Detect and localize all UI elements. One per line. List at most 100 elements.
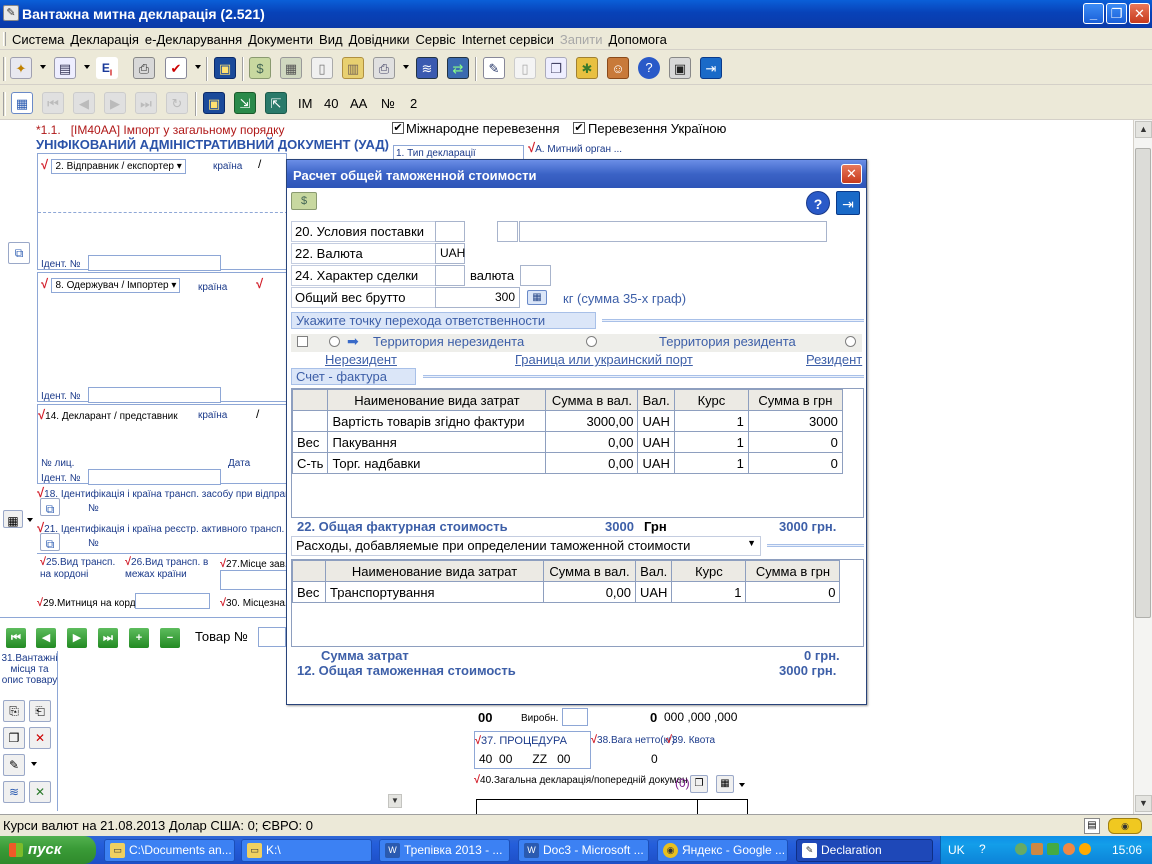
- edit-dropdown-arrow[interactable]: [31, 762, 37, 766]
- database-sync-icon[interactable]: ⇄: [447, 57, 469, 79]
- row-rate[interactable]: 1: [673, 431, 749, 453]
- copy-doc-icon[interactable]: ❐: [690, 775, 708, 793]
- menu-internet-services[interactable]: Internet сервіси: [460, 32, 558, 47]
- excel-icon[interactable]: ✕: [29, 781, 51, 803]
- row-currency[interactable]: UAH: [637, 452, 675, 474]
- item-number-input[interactable]: [258, 627, 286, 647]
- box27-input[interactable]: [220, 570, 287, 590]
- row-rate[interactable]: 1: [673, 452, 749, 474]
- start-button[interactable]: пуск: [0, 836, 96, 864]
- table-row[interactable]: Вартість товарів згідно фактури 3000,00 …: [291, 410, 843, 432]
- help-icon[interactable]: ?: [638, 57, 660, 79]
- scroll-down-arrow[interactable]: ▼: [1135, 795, 1152, 812]
- tray-icon-1[interactable]: [1015, 843, 1027, 855]
- money-icon[interactable]: $: [291, 192, 317, 210]
- tray-icon-5[interactable]: [1079, 843, 1091, 855]
- task-folder-k[interactable]: ▭ K:\: [241, 839, 372, 862]
- paste-icon[interactable]: ⎘: [3, 700, 25, 722]
- row-sum[interactable]: 0,00: [545, 452, 639, 474]
- task-folder-documents[interactable]: ▭ C:\Documents an...: [104, 839, 235, 862]
- language-indicator[interactable]: UK: [948, 843, 965, 857]
- remove-item-button[interactable]: −: [160, 628, 180, 648]
- documents-icon[interactable]: ❐: [545, 57, 567, 79]
- scroll-up-arrow[interactable]: ▲: [1135, 121, 1152, 138]
- box29-input[interactable]: [135, 593, 210, 609]
- close-button[interactable]: ✕: [1129, 3, 1150, 24]
- table-row[interactable]: Вес Пакування 0,00 UAH 1 0: [291, 431, 843, 453]
- international-checkbox[interactable]: ✔: [392, 122, 404, 134]
- menu-declaration[interactable]: Декларація: [68, 32, 143, 47]
- new-document-icon[interactable]: ✦: [10, 57, 32, 79]
- table-row[interactable]: Вес Транспортування 0,00 UAH 1 0: [292, 581, 841, 603]
- menu-documents[interactable]: Документи: [246, 32, 317, 47]
- edit-pen-icon[interactable]: ✎: [3, 754, 25, 776]
- menu-system[interactable]: Система: [10, 32, 68, 47]
- scroll-thumb[interactable]: [1135, 148, 1151, 618]
- resident-link[interactable]: Резидент: [806, 352, 862, 367]
- delivery-terms-code[interactable]: [435, 221, 465, 242]
- document-gray-icon[interactable]: ▯: [514, 57, 536, 79]
- copy-document-icon[interactable]: ▤: [54, 57, 76, 79]
- menu-view[interactable]: Вид: [317, 32, 347, 47]
- import-tools-icon[interactable]: ▦: [3, 510, 23, 528]
- add-item-button[interactable]: +: [129, 628, 149, 648]
- row-currency[interactable]: UAH: [637, 410, 675, 432]
- calculator-icon[interactable]: ▦: [527, 290, 547, 305]
- restore-button[interactable]: ❐: [1106, 3, 1127, 24]
- vertical-scrollbar[interactable]: ▲ ▼: [1133, 120, 1152, 814]
- menu-help[interactable]: Допомога: [607, 32, 671, 47]
- minimize-button[interactable]: _: [1083, 3, 1104, 24]
- border-link[interactable]: Граница или украинский порт: [515, 352, 693, 367]
- money-icon[interactable]: $: [249, 57, 271, 79]
- prev-item-button[interactable]: ◀: [36, 628, 56, 648]
- stack-icon[interactable]: ▥: [342, 57, 364, 79]
- dialog-close-button[interactable]: ✕: [841, 164, 862, 184]
- form-scroll-down[interactable]: ▼: [388, 794, 402, 808]
- row-rate[interactable]: 1: [673, 410, 749, 432]
- sender-dropdown[interactable]: 2. Відправник / експортер ▾: [51, 159, 186, 174]
- doc-tools-icon[interactable]: ▦: [716, 775, 734, 793]
- printer-dropdown-arrow[interactable]: [403, 65, 409, 69]
- checklist-icon[interactable]: ✔: [165, 57, 187, 79]
- copy-icon[interactable]: ❐: [3, 727, 25, 749]
- receiver-dropdown[interactable]: 8. Одержувач / Імпортер ▾: [51, 278, 181, 293]
- expenses-select[interactable]: Расходы, добавляемые при определении там…: [291, 536, 761, 556]
- territory-checkbox[interactable]: [297, 336, 308, 347]
- users-icon[interactable]: ☺: [607, 57, 629, 79]
- export-icon[interactable]: ⇲: [234, 92, 256, 114]
- sender-ident-input[interactable]: [88, 255, 221, 271]
- row-currency[interactable]: UAH: [637, 431, 675, 453]
- row-rate[interactable]: 1: [671, 581, 747, 603]
- task-word-trepivka[interactable]: W Трепівка 2013 - ...: [379, 839, 510, 862]
- delivery-terms-extra[interactable]: [497, 221, 518, 242]
- tray-icon-2[interactable]: [1031, 843, 1043, 855]
- next-item-button[interactable]: ▶: [67, 628, 87, 648]
- copy-dropdown-arrow[interactable]: [84, 65, 90, 69]
- last-item-button[interactable]: ⏭: [98, 628, 118, 648]
- menu-service[interactable]: Сервіс: [414, 32, 460, 47]
- currency-input[interactable]: UAH: [435, 243, 465, 264]
- task-word-doc3[interactable]: W Doc3 - Microsoft ...: [518, 839, 649, 862]
- e-declaration-icon[interactable]: EI: [96, 57, 118, 79]
- table-view-icon[interactable]: ▦: [11, 92, 33, 114]
- print-icon[interactable]: ⎙: [133, 57, 155, 79]
- radio-resident[interactable]: [845, 336, 856, 347]
- tray-icon-3[interactable]: [1047, 843, 1059, 855]
- calculator-icon[interactable]: ▦: [280, 57, 302, 79]
- window-icon[interactable]: ⧉: [40, 533, 60, 551]
- first-item-button[interactable]: ⏮: [6, 628, 26, 648]
- doc-tools-dropdown-arrow[interactable]: [739, 783, 745, 787]
- receiver-ident-input[interactable]: [88, 387, 221, 403]
- table-row[interactable]: С-ть Торг. надбавки 0,00 UAH 1 0: [291, 452, 843, 474]
- exit-icon[interactable]: ⇥: [700, 57, 722, 79]
- save-to-disk-icon[interactable]: ▣: [214, 57, 236, 79]
- camera-icon[interactable]: ▣: [669, 57, 691, 79]
- tools-dropdown-arrow[interactable]: [27, 518, 33, 522]
- row-currency[interactable]: UAH: [634, 581, 673, 603]
- deal-nature-input[interactable]: [435, 265, 465, 286]
- save-record-icon[interactable]: ▣: [203, 92, 225, 114]
- new-dropdown-arrow[interactable]: [40, 65, 46, 69]
- document-page-icon[interactable]: ▯: [311, 57, 333, 79]
- tray-icon-4[interactable]: [1063, 843, 1075, 855]
- help-tray-icon[interactable]: ?: [979, 842, 986, 856]
